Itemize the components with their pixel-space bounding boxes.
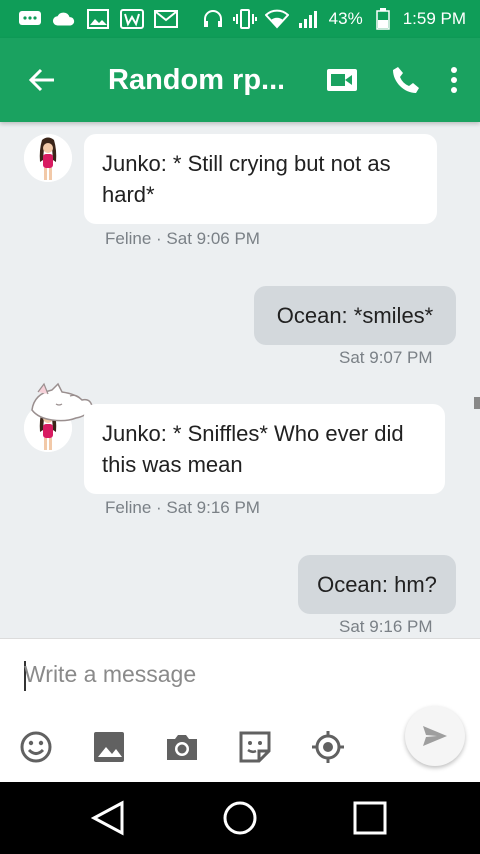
camera-icon — [167, 735, 197, 760]
message-meta: Sat 9:07 PM — [339, 348, 433, 367]
conversation-title: Random rp... — [108, 63, 283, 96]
send-icon — [423, 726, 447, 746]
image-icon — [86, 9, 110, 29]
nav-back-button[interactable] — [88, 798, 128, 838]
message-bubble[interactable]: Junko: * Sniffles* Who ever did this was… — [84, 404, 445, 494]
message-meta: Sat 9:16 PM — [339, 617, 433, 636]
message-bubble[interactable]: Ocean: *smiles* — [254, 286, 456, 345]
girl-avatar-icon — [24, 134, 72, 182]
square-recents-icon — [353, 801, 387, 835]
signal-icon — [297, 9, 321, 29]
location-button[interactable] — [308, 727, 348, 767]
sticker-icon — [239, 731, 271, 763]
message-input[interactable]: Write a message — [24, 661, 196, 688]
overflow-menu-button[interactable] — [442, 50, 466, 110]
message-bubble[interactable]: Ocean: hm? — [298, 555, 456, 614]
location-target-icon — [312, 731, 344, 763]
gmail-icon — [154, 9, 178, 29]
camera-button[interactable] — [162, 727, 202, 767]
headphones-icon — [201, 9, 225, 29]
avatar[interactable] — [24, 134, 72, 182]
emoji-button[interactable] — [16, 727, 56, 767]
send-button[interactable] — [405, 706, 465, 766]
navigation-bar — [0, 782, 480, 854]
gallery-button[interactable] — [89, 727, 129, 767]
status-bar: 43% 1:59 PM — [0, 0, 480, 38]
word-icon — [120, 9, 144, 29]
back-button[interactable] — [12, 50, 72, 110]
scrollbar[interactable] — [474, 397, 480, 409]
clock: 1:59 PM — [402, 9, 466, 28]
sticker-button[interactable] — [235, 727, 275, 767]
phone-call-button[interactable] — [370, 50, 442, 110]
video-call-button[interactable] — [314, 50, 370, 110]
battery-icon — [371, 8, 395, 30]
app-bar: Random rp... — [0, 38, 480, 122]
video-camera-icon — [327, 69, 357, 91]
message-bubble[interactable]: Junko: * Still crying but not as hard* — [84, 134, 437, 224]
nav-home-button[interactable] — [220, 798, 260, 838]
cloud-icon — [52, 9, 76, 29]
more-vertical-icon — [451, 67, 457, 93]
image-icon — [94, 732, 124, 762]
wifi-icon — [264, 9, 289, 29]
message-meta: Feline · Sat 9:16 PM — [105, 498, 260, 517]
composer: Write a message — [0, 638, 480, 782]
nav-recents-button[interactable] — [350, 798, 390, 838]
triangle-back-icon — [91, 800, 124, 836]
arrow-back-icon — [28, 68, 54, 92]
chat-notification-icon — [18, 9, 42, 29]
message-meta: Feline · Sat 9:06 PM — [105, 229, 260, 248]
circle-home-icon — [223, 801, 257, 835]
battery-percent: 43% — [328, 9, 363, 28]
emoji-icon — [20, 731, 52, 763]
phone-icon — [393, 67, 419, 93]
vibrate-icon — [232, 9, 257, 29]
